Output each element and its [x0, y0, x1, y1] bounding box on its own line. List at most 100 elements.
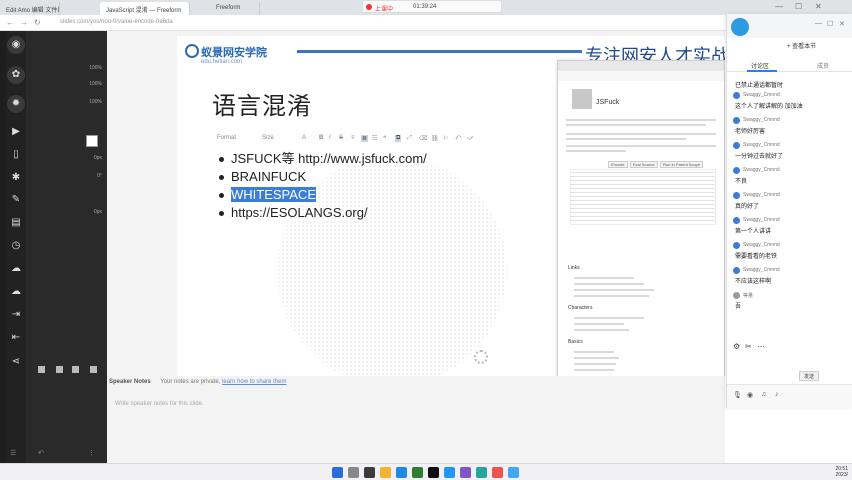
slide[interactable]: 蚁景网安学院 edu.hetian.com 专注网安人才实战培 语言混淆 For… — [177, 36, 725, 376]
undo-button[interactable]: ⤺ — [455, 135, 461, 142]
camera-icon[interactable]: ◉ — [747, 391, 753, 399]
setting-row[interactable]: 100% — [32, 99, 102, 107]
app-icon[interactable] — [476, 467, 487, 478]
setting-row[interactable]: 100% — [32, 65, 102, 73]
grid-icon[interactable]: ◉ — [7, 36, 25, 54]
url-field[interactable]: slides.com/yos/noo-0/value-encode-0a6da — [60, 19, 173, 25]
cloud-upload-icon[interactable]: ☁ — [9, 262, 23, 276]
reload-icon[interactable]: ↻ — [34, 18, 41, 27]
app-icon[interactable] — [412, 467, 423, 478]
more-icon[interactable]: ⋯ — [757, 342, 765, 351]
export-icon[interactable]: ⇥ — [9, 308, 23, 322]
expand-icon[interactable]: ☐ — [827, 20, 833, 28]
menu-icon[interactable]: ☰ — [10, 449, 16, 457]
minimize-icon[interactable]: — — [775, 2, 783, 11]
close-icon[interactable]: ✕ — [815, 2, 822, 11]
color-swatch[interactable] — [86, 135, 98, 147]
size-dropdown[interactable]: Size — [262, 135, 274, 141]
share-screen-icon[interactable]: ⚙ — [733, 342, 740, 351]
volume-icon[interactable]: ♪ — [775, 391, 779, 398]
bullet-list[interactable]: JSFUCK等 http://www.jsfuck.com/ BRAINFUCK… — [217, 150, 427, 222]
setting-row[interactable]: 0px — [32, 209, 102, 217]
setting-row[interactable]: 100% — [32, 81, 102, 89]
app-icon[interactable] — [492, 467, 503, 478]
eval-source-checkbox[interactable]: Eval Source — [630, 161, 658, 168]
pencil-icon[interactable]: ✎ — [9, 193, 23, 207]
list-item[interactable]: BRAINFUCK — [217, 168, 427, 186]
setting-row[interactable]: 0px — [32, 155, 102, 163]
browser-tab[interactable]: Freeform — [210, 2, 260, 15]
share-icon[interactable]: ⋖ — [9, 355, 23, 369]
list-button[interactable]: ≡ — [351, 135, 355, 141]
align-icon[interactable] — [38, 366, 45, 373]
link-button[interactable]: ⛓ — [431, 135, 439, 142]
slide-title[interactable]: 语言混淆 — [212, 86, 312, 121]
settings-icon[interactable]: ✱ — [9, 171, 23, 185]
numbered-list-button[interactable]: ☷ — [372, 135, 377, 142]
undo-icon[interactable]: ↶ — [38, 449, 44, 457]
windows-start-icon[interactable] — [332, 467, 343, 478]
quote-button[interactable]: ❝ — [383, 135, 386, 142]
system-clock[interactable]: 20:51 2023/ — [835, 466, 848, 478]
list-item[interactable]: JSFUCK等 http://www.jsfuck.com/ — [217, 150, 427, 168]
import-icon[interactable]: ⇤ — [9, 331, 23, 345]
close-icon[interactable]: ✕ — [839, 20, 845, 28]
browser-tab[interactable]: JavaScript 混淆 — Freeform — [100, 2, 190, 15]
chat-app-icon[interactable] — [508, 467, 519, 478]
bold-button[interactable]: B — [319, 135, 323, 141]
anchor-button[interactable]: ⚐ — [443, 135, 448, 142]
browser-icon[interactable] — [444, 467, 455, 478]
strikethrough-button[interactable]: S — [339, 135, 343, 141]
delete-icon[interactable] — [90, 366, 97, 373]
list-item[interactable]: https://ESOLANGS.org/ — [217, 204, 427, 222]
terminal-icon[interactable] — [428, 467, 439, 478]
minimize-icon[interactable]: — — [815, 20, 822, 27]
vscode-icon[interactable] — [396, 467, 407, 478]
share-notes-link[interactable]: learn how to share them — [222, 379, 286, 385]
list-item[interactable]: WHITESPACE — [217, 186, 427, 204]
text-color-button[interactable]: A — [302, 135, 306, 141]
history-icon[interactable]: ◷ — [9, 239, 23, 253]
copy-icon[interactable] — [72, 366, 79, 373]
chat-subtitle[interactable]: + 查看本节 — [787, 41, 816, 50]
tab-discussion[interactable]: 讨论区 — [751, 61, 769, 70]
chat-input-bar[interactable]: 🎙 ◉ ♫ ♪ — [727, 384, 852, 408]
loading-spinner-icon — [474, 350, 488, 364]
browser-tab[interactable]: Edit Amo 编辑 文件编辑 — [0, 2, 60, 15]
maximize-icon[interactable]: ☐ — [795, 2, 802, 11]
embedded-screenshot[interactable]: JSFuck Encode Eval Source Run In Parent … — [557, 60, 725, 376]
cloud-icon[interactable]: ☁ — [9, 285, 23, 299]
selected-text[interactable]: WHITESPACE — [231, 187, 316, 202]
italic-button[interactable]: I — [329, 135, 331, 141]
app-icon[interactable] — [460, 467, 471, 478]
task-view-icon[interactable] — [364, 467, 375, 478]
layers-icon[interactable]: ▤ — [9, 216, 23, 230]
file-explorer-icon[interactable] — [380, 467, 391, 478]
format-dropdown[interactable]: Format — [217, 135, 236, 141]
scissors-icon[interactable]: ✂ — [745, 342, 752, 351]
indent-button[interactable]: ⤢ — [407, 135, 412, 142]
avatar[interactable] — [731, 18, 749, 36]
speaker-notes-input[interactable]: Write speaker notes for this slide. — [115, 401, 204, 407]
send-button[interactable]: 发送 — [799, 371, 819, 381]
duplicate-icon[interactable] — [56, 366, 63, 373]
bullet-list-button[interactable]: ≣ — [361, 135, 369, 142]
tab-members[interactable]: 成员 — [817, 61, 829, 70]
mic-icon[interactable]: 🎙 — [733, 391, 742, 399]
cog-icon[interactable]: ✹ — [7, 95, 25, 113]
redo-button[interactable]: ⤻ — [467, 135, 473, 142]
encode-button[interactable]: Encode — [608, 161, 628, 168]
search-icon[interactable] — [348, 467, 359, 478]
align-button[interactable]: ⧉ — [395, 135, 402, 142]
forward-icon[interactable]: → — [20, 18, 28, 27]
run-in-parent-checkbox[interactable]: Run In Parent Scope — [660, 161, 704, 168]
setting-row[interactable]: 0° — [32, 173, 102, 181]
palette-icon[interactable]: ✿ — [7, 66, 25, 84]
bookmark-icon[interactable]: ▯ — [9, 148, 23, 162]
setting-row[interactable] — [32, 51, 102, 59]
back-icon[interactable]: ← — [6, 18, 14, 27]
clear-format-button[interactable]: ⌫ — [419, 135, 427, 142]
music-icon[interactable]: ♫ — [761, 391, 766, 398]
more-icon[interactable]: ⋮ — [88, 449, 95, 457]
play-icon[interactable]: ▶ — [9, 125, 23, 139]
